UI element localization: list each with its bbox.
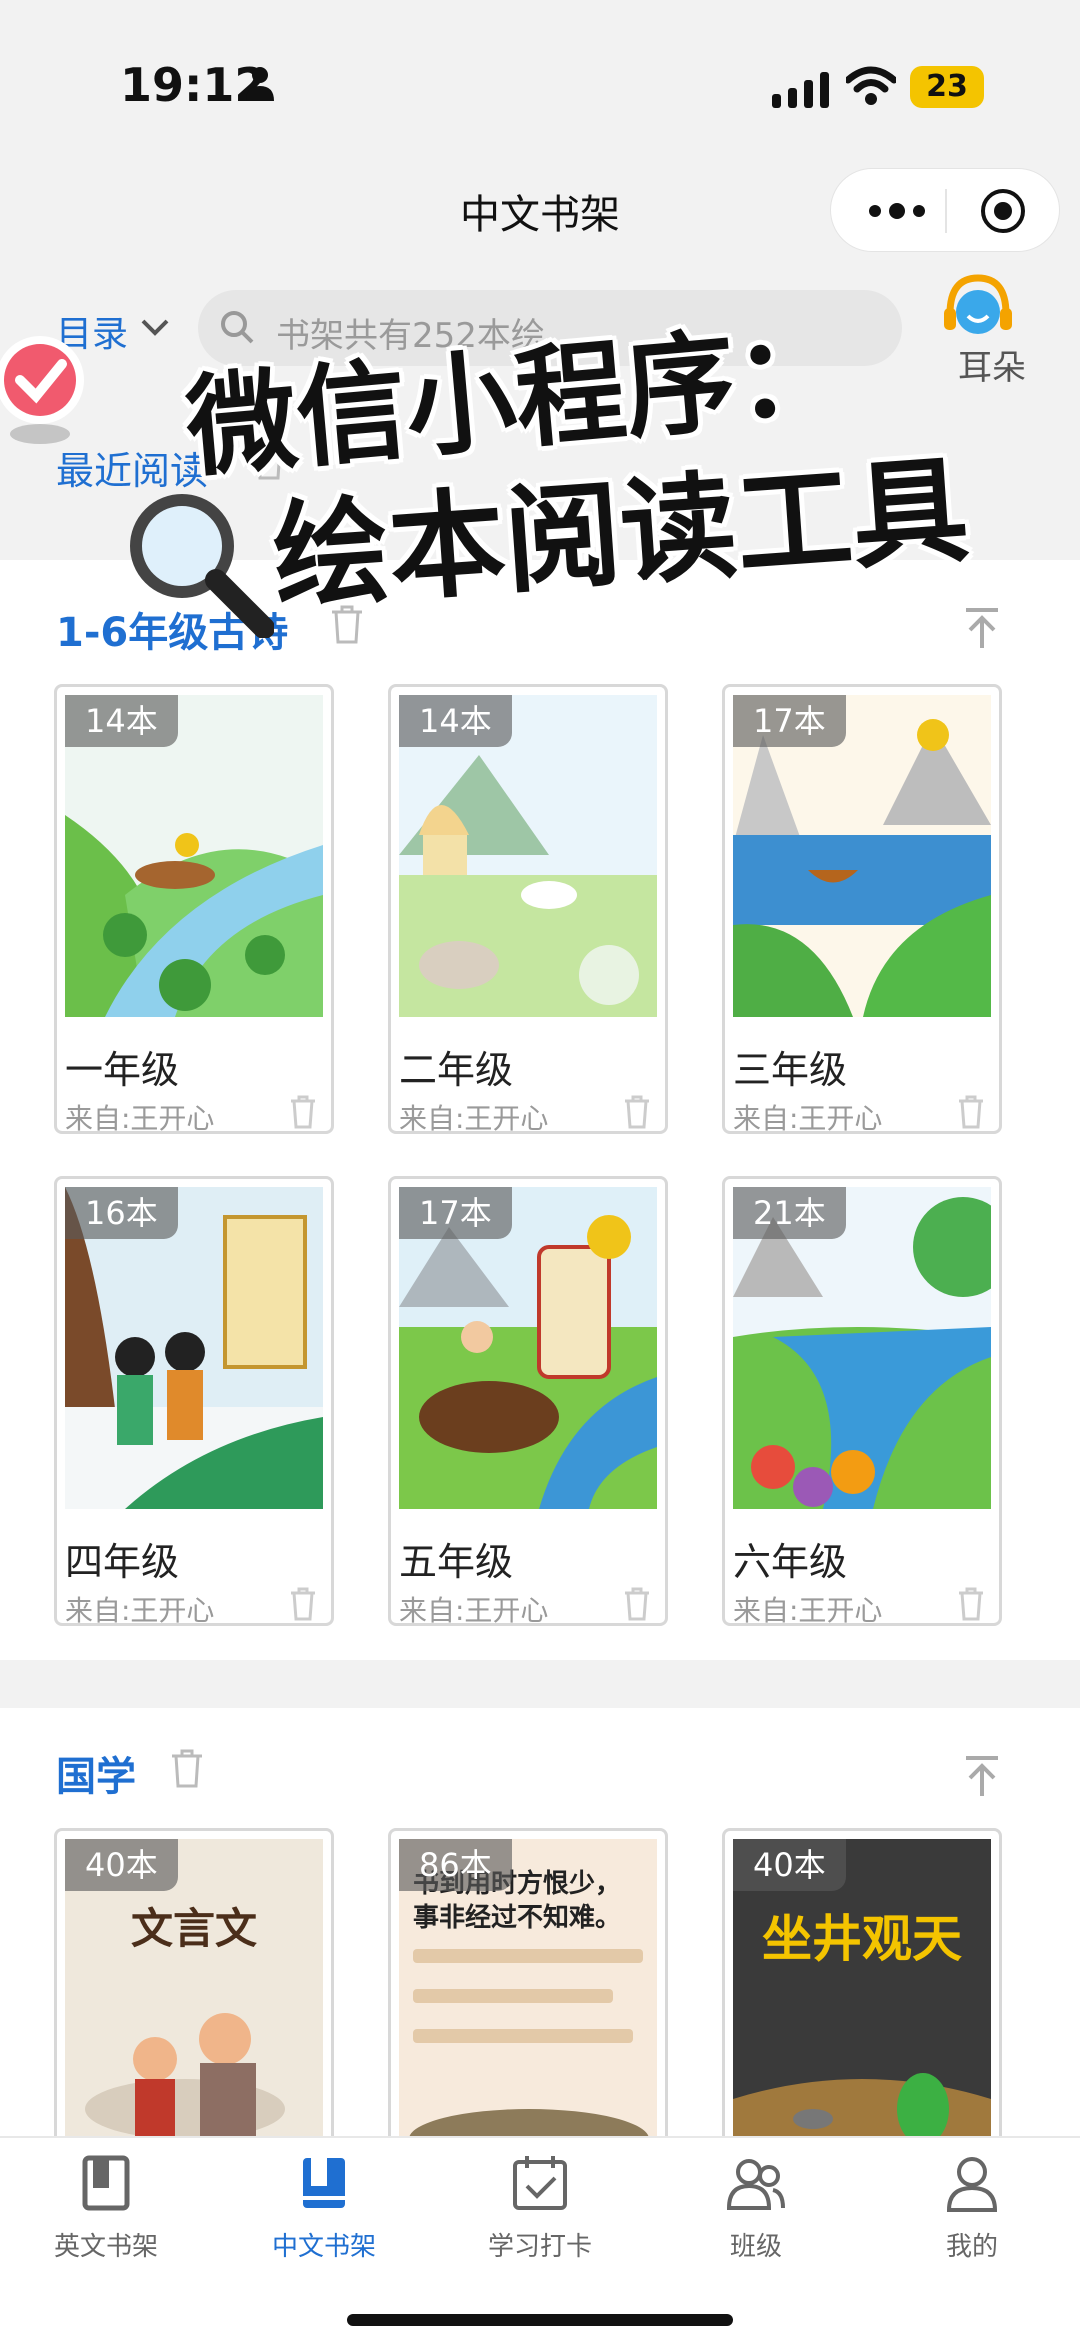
book-icon — [82, 2155, 130, 2211]
tab-label: 中文书架 — [271, 2232, 376, 2262]
book-card[interactable]: 21本 六年级 来自:王开心 — [722, 1176, 1002, 1626]
book-count-badge: 16本 — [65, 1187, 178, 1239]
headphones-avatar-icon[interactable] — [940, 274, 1016, 340]
book-card[interactable]: 14本 二年级 来自:王开心 — [388, 684, 668, 1134]
scroll-top-icon[interactable] — [962, 1754, 1002, 1798]
mini-program-capsule[interactable] — [830, 168, 1060, 252]
trash-icon[interactable] — [623, 1587, 651, 1621]
trash-icon[interactable] — [957, 1095, 985, 1129]
trash-icon[interactable] — [289, 1095, 317, 1129]
book-title: 三年级 — [733, 1048, 848, 1092]
recent-reading-label[interactable]: 最近阅读 — [56, 440, 208, 495]
tab-chinese-shelf[interactable]: 中文书架 — [234, 2152, 414, 2263]
check-sticker-icon — [0, 336, 84, 444]
signal-icon — [772, 72, 829, 108]
magnifier-sticker-icon — [130, 494, 274, 638]
book-source: 来自:王开心 — [65, 1102, 215, 1134]
book-count-badge: 17本 — [399, 1187, 512, 1239]
ear-label[interactable]: 耳朵 — [958, 340, 1026, 389]
chevron-down-icon[interactable] — [140, 318, 170, 338]
book-source: 来自:王开心 — [733, 1102, 883, 1134]
book-title: 四年级 — [65, 1540, 180, 1584]
tab-english-shelf[interactable]: 英文书架 — [16, 2152, 196, 2263]
tab-label: 我的 — [945, 2232, 998, 2262]
tab-label: 班级 — [729, 2232, 782, 2262]
book-source: 来自:王开心 — [399, 1102, 549, 1134]
tab-study-checkin[interactable]: 学习打卡 — [450, 2152, 630, 2263]
book-card[interactable]: 14本 一年级 来自:王开心 — [54, 684, 334, 1134]
book-count-badge: 21本 — [733, 1187, 846, 1239]
book-title: 五年级 — [399, 1540, 514, 1584]
tab-class[interactable]: 班级 — [666, 2152, 846, 2263]
tab-label: 英文书架 — [53, 2232, 158, 2262]
book-count-badge: 40本 — [733, 1839, 846, 1891]
tab-label: 学习打卡 — [487, 2232, 592, 2262]
scroll-top-icon[interactable] — [962, 606, 1002, 650]
book-count-badge: 17本 — [733, 695, 846, 747]
book-title: 二年级 — [399, 1048, 514, 1092]
user-icon — [946, 2157, 998, 2212]
trash-icon[interactable] — [289, 1587, 317, 1621]
battery-indicator: 23 — [910, 66, 984, 108]
trash-icon[interactable] — [623, 1095, 651, 1129]
book-count-badge: 40本 — [65, 1839, 178, 1891]
capsule-divider — [945, 189, 947, 233]
trash-icon[interactable] — [957, 1587, 985, 1621]
tab-mine[interactable]: 我的 — [882, 2152, 1062, 2263]
book-count-badge: 14本 — [65, 695, 178, 747]
book-source: 来自:王开心 — [733, 1594, 883, 1626]
book-filled-icon — [303, 2158, 345, 2208]
book-title: 六年级 — [733, 1540, 848, 1584]
calendar-check-icon — [513, 2156, 567, 2210]
book-card[interactable]: 17本 三年级 来自:王开心 — [722, 684, 1002, 1134]
book-count-badge: 14本 — [399, 695, 512, 747]
book-card[interactable]: 17本 五年级 来自:王开心 — [388, 1176, 668, 1626]
book-source: 来自:王开心 — [65, 1594, 215, 1626]
group-icon — [726, 2159, 785, 2210]
book-title: 一年级 — [65, 1048, 180, 1092]
section-guoxue: 国学 文言文 40本 书到用时方恨少，事非经过不知难。 86本 坐井观天 40本 — [0, 1708, 1080, 2278]
book-count-badge: 86本 — [399, 1839, 512, 1891]
close-target-icon[interactable] — [979, 187, 1027, 235]
section-title: 国学 — [56, 1754, 136, 1800]
status-bar: 19:12 23 — [0, 0, 1080, 170]
book-source: 来自:王开心 — [399, 1594, 549, 1626]
person-icon — [246, 67, 274, 101]
wifi-icon — [846, 66, 896, 105]
home-indicator — [347, 2314, 733, 2326]
more-icon[interactable] — [867, 199, 927, 223]
book-card[interactable]: 16本 四年级 来自:王开心 — [54, 1176, 334, 1626]
trash-icon[interactable] — [170, 1748, 204, 1788]
section-poems: 1-6年级古诗 14本 一年级 来自:王开心 14本 二年级 来自:王开心 17… — [0, 560, 1080, 1660]
